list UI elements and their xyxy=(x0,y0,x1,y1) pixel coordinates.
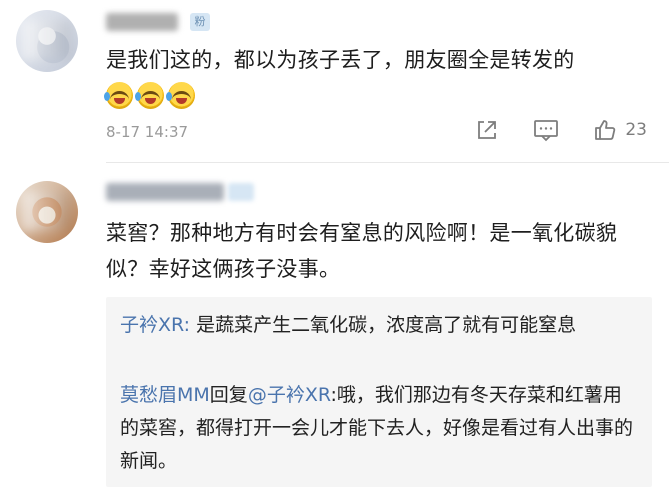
reply-item: 子衿XR: 是蔬菜产生二氧化碳，浓度高了就有可能窒息 xyxy=(120,309,640,342)
share-icon[interactable] xyxy=(475,118,499,142)
reply-text: 是蔬菜产生二氧化碳，浓度高了就有可能窒息 xyxy=(196,314,577,336)
comment-text: 是我们这的，都以为孩子丢了，朋友圈全是转发的 xyxy=(106,48,575,72)
comment-item: 菜窖？那种地方有时会有窒息的风险啊！是一氧化碳貌似？幸好这俩孩子没事。 子衿XR… xyxy=(0,163,669,495)
avatar[interactable] xyxy=(16,181,78,243)
reply-box[interactable]: 子衿XR: 是蔬菜产生二氧化碳，浓度高了就有可能窒息 莫愁眉MM回复@子衿XR:… xyxy=(106,297,652,487)
emoji-row xyxy=(104,82,195,109)
comment-time: 8-17 14:37 xyxy=(106,123,189,141)
laugh-cry-emoji-icon xyxy=(135,82,164,109)
reply-item: 莫愁眉MM回复@子衿XR:哦，我们那边有冬天存菜和红薯用的菜窖，都得打开一会儿才… xyxy=(120,379,640,478)
reply-mention[interactable]: @子衿XR xyxy=(248,384,331,406)
like-button[interactable]: 23 xyxy=(593,118,647,142)
laugh-cry-emoji-icon xyxy=(104,82,133,109)
comment-text: 菜窖？那种地方有时会有窒息的风险啊！是一氧化碳貌似？幸好这俩孩子没事。 xyxy=(106,221,618,281)
comment-actions: 23 xyxy=(475,118,647,142)
username-blurred[interactable] xyxy=(106,13,178,31)
reply-author[interactable]: 子衿XR xyxy=(120,314,184,336)
reply-separator: : xyxy=(183,314,197,336)
reply-prefix: 回复 xyxy=(209,384,248,406)
like-count: 23 xyxy=(625,120,647,140)
fan-badge: 粉 xyxy=(190,13,210,31)
laugh-cry-emoji-icon xyxy=(166,82,195,109)
avatar[interactable] xyxy=(16,10,78,72)
reply-author[interactable]: 莫愁眉MM xyxy=(120,384,210,406)
badge-blurred xyxy=(228,183,254,201)
username-blurred[interactable] xyxy=(106,183,224,201)
thumbs-up-icon xyxy=(593,118,617,142)
comment-item: 粉 是我们这的，都以为孩子丢了，朋友圈全是转发的 8-17 14:37 23 xyxy=(0,0,669,163)
comment-icon[interactable] xyxy=(533,118,559,142)
